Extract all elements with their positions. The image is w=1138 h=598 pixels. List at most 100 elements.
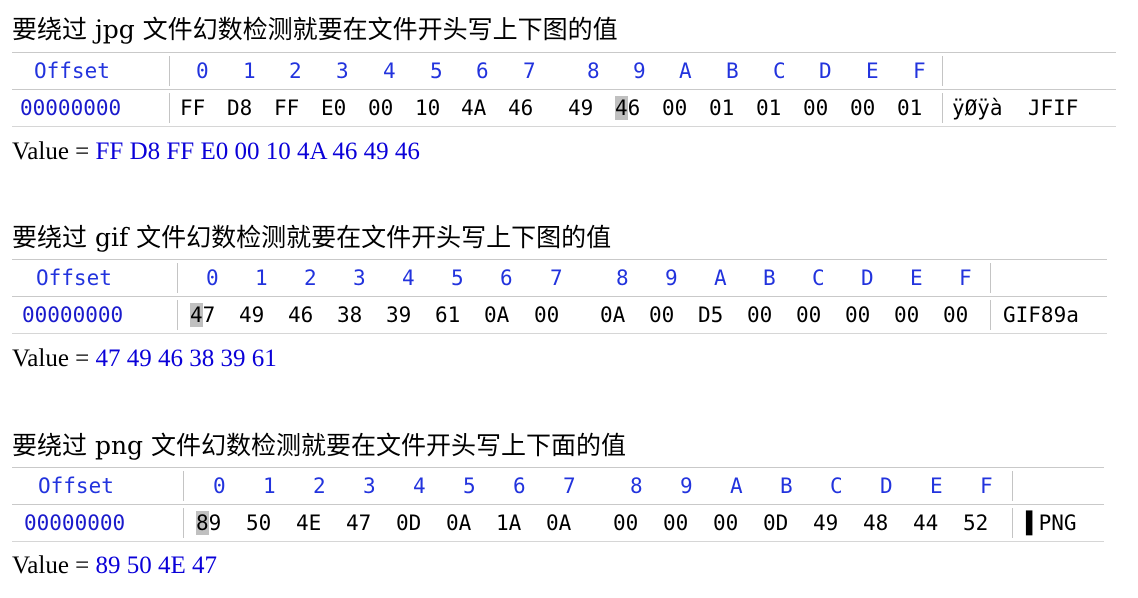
png-heading: 要绕过 png 文件幻数检测就要在文件开头写上下面的值 (12, 431, 627, 460)
column-separator (177, 300, 178, 330)
hex-byte[interactable]: 0A (546, 505, 571, 541)
column-separator (942, 56, 943, 86)
hex-byte[interactable]: 00 (534, 297, 559, 333)
hex-byte[interactable]: 49 (239, 297, 264, 333)
hex-byte-selected[interactable]: 47 (190, 297, 215, 333)
hex-byte[interactable]: 0D (396, 505, 421, 541)
cursor-highlight: 8 (196, 511, 209, 535)
hex-byte[interactable]: 00 (803, 90, 828, 126)
hex-byte[interactable]: 1A (496, 505, 521, 541)
hex-byte[interactable]: 00 (662, 90, 687, 126)
hex-byte-selected[interactable]: 89 (196, 505, 221, 541)
column-header: 6 (476, 59, 489, 83)
column-header: 0 (196, 59, 209, 83)
column-header: A (714, 266, 727, 290)
jpg-heading: 要绕过 jpg 文件幻数检测就要在文件开头写上下图的值 (12, 15, 618, 44)
column-separator (169, 56, 170, 86)
hex-byte-selected[interactable]: 46 (615, 90, 640, 126)
hex-byte[interactable]: 49 (568, 90, 593, 126)
gif-value-line: Value = 47 49 46 38 39 61 (12, 345, 277, 373)
row-offset: 00000000 (20, 96, 122, 120)
row-offset: 00000000 (22, 303, 124, 327)
hex-byte[interactable]: 4E (296, 505, 321, 541)
column-header: 7 (523, 59, 536, 83)
hex-byte[interactable]: 00 (850, 90, 875, 126)
hex-byte[interactable]: 00 (845, 297, 870, 333)
png-hex-view: Offset 0 1 2 3 4 5 6 7 8 9 A B C D E F 0… (12, 467, 1104, 542)
column-header: 7 (550, 266, 563, 290)
hex-byte[interactable]: 00 (613, 505, 638, 541)
offset-header: Offset (36, 266, 112, 290)
column-header: 5 (430, 59, 443, 83)
column-header: E (866, 59, 879, 83)
hex-byte[interactable]: 00 (649, 297, 674, 333)
column-separator (169, 93, 170, 123)
column-separator (990, 263, 991, 293)
ascii-column[interactable]: GIF89a (1003, 297, 1079, 333)
column-header: C (830, 474, 843, 498)
column-header: 8 (630, 474, 643, 498)
column-separator (183, 471, 184, 501)
hex-byte[interactable]: 01 (709, 90, 734, 126)
column-header: 3 (363, 474, 376, 498)
hex-byte[interactable]: 46 (508, 90, 533, 126)
column-header: 2 (289, 59, 302, 83)
hex-byte[interactable]: 4A (461, 90, 486, 126)
jpg-hex-view: Offset 0 1 2 3 4 5 6 7 8 9 A B C D E F 0… (12, 52, 1116, 127)
value-label: Value = (12, 345, 96, 372)
hex-byte[interactable]: 10 (415, 90, 440, 126)
column-header: F (980, 474, 993, 498)
ascii-column[interactable]: ÿØÿà JFIF (952, 90, 1078, 126)
column-header: 5 (451, 266, 464, 290)
column-header: 8 (616, 266, 629, 290)
ascii-column[interactable]: ▌PNG (1026, 505, 1077, 541)
gif-hex-view: Offset 0 1 2 3 4 5 6 7 8 9 A B C D E F 0… (12, 259, 1107, 334)
value-label: Value = (12, 552, 96, 579)
hex-byte[interactable]: 44 (913, 505, 938, 541)
hex-byte[interactable]: FF (274, 90, 299, 126)
hex-byte[interactable]: 00 (368, 90, 393, 126)
column-header: C (812, 266, 825, 290)
hex-byte[interactable]: 00 (663, 505, 688, 541)
hex-byte[interactable]: 38 (337, 297, 362, 333)
hex-byte[interactable]: 61 (435, 297, 460, 333)
hex-byte[interactable]: E0 (321, 90, 346, 126)
hex-byte[interactable]: 00 (894, 297, 919, 333)
hex-byte[interactable]: 46 (288, 297, 313, 333)
hex-byte[interactable]: 50 (246, 505, 271, 541)
hex-header-row: Offset 0 1 2 3 4 5 6 7 8 9 A B C D E F (12, 259, 1107, 297)
hex-byte[interactable]: 01 (897, 90, 922, 126)
column-header: 2 (313, 474, 326, 498)
hex-byte[interactable]: FF (180, 90, 205, 126)
column-header: 8 (587, 59, 600, 83)
column-header: F (913, 59, 926, 83)
hex-byte[interactable]: 52 (963, 505, 988, 541)
column-header: E (930, 474, 943, 498)
column-header: 0 (206, 266, 219, 290)
hex-byte[interactable]: 48 (863, 505, 888, 541)
hex-byte[interactable]: 01 (756, 90, 781, 126)
hex-byte[interactable]: 0D (763, 505, 788, 541)
column-header: E (910, 266, 923, 290)
hex-byte[interactable]: D5 (698, 297, 723, 333)
hex-byte[interactable]: 0A (484, 297, 509, 333)
hex-byte[interactable]: 39 (386, 297, 411, 333)
column-header: 4 (383, 59, 396, 83)
column-header: B (763, 266, 776, 290)
hex-byte[interactable]: 47 (346, 505, 371, 541)
hex-byte[interactable]: D8 (227, 90, 252, 126)
column-separator (1012, 471, 1013, 501)
png-value-line: Value = 89 50 4E 47 (12, 552, 217, 580)
cursor-highlight: 4 (190, 303, 203, 327)
hex-byte[interactable]: 0A (446, 505, 471, 541)
value-hex: 89 50 4E 47 (95, 552, 218, 579)
hex-byte[interactable]: 0A (600, 297, 625, 333)
hex-byte[interactable]: 00 (943, 297, 968, 333)
hex-byte[interactable]: 00 (747, 297, 772, 333)
hex-byte[interactable]: 00 (713, 505, 738, 541)
column-header: B (780, 474, 793, 498)
hex-byte[interactable]: 49 (813, 505, 838, 541)
hex-header-row: Offset 0 1 2 3 4 5 6 7 8 9 A B C D E F (12, 467, 1104, 505)
hex-byte[interactable]: 00 (796, 297, 821, 333)
hex-data-row: 00000000 47 49 46 38 39 61 0A 00 0A 00 D… (12, 297, 1107, 334)
